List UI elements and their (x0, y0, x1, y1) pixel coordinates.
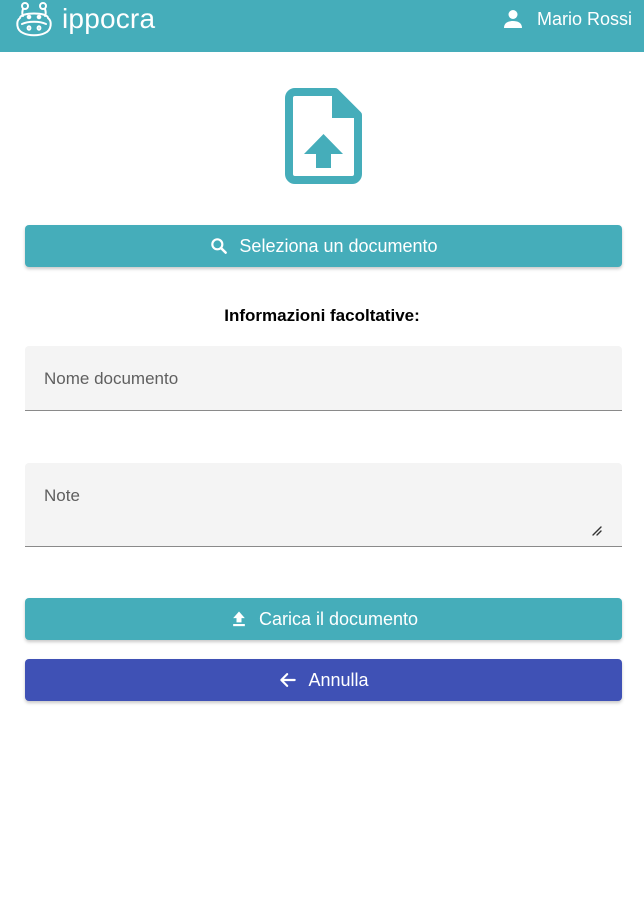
app-title[interactable]: ippocra (62, 3, 155, 35)
cancel-button[interactable]: Annulla (25, 659, 622, 701)
upload-icon (233, 611, 245, 627)
cancel-label: Annulla (308, 669, 369, 690)
hippo-logo-icon[interactable] (14, 0, 54, 38)
arrow-left-icon (280, 673, 297, 687)
user-menu[interactable]: Mario Rossi (501, 7, 632, 31)
notes-field (25, 463, 622, 547)
upload-document-label: Carica il documento (258, 608, 419, 629)
upload-document-button[interactable]: Carica il documento (25, 598, 622, 640)
search-icon (211, 238, 228, 254)
notes-textarea[interactable] (44, 486, 603, 536)
resize-handle-icon[interactable] (592, 526, 602, 536)
person-icon (503, 10, 522, 28)
select-document-button[interactable]: Seleziona un documento (25, 225, 622, 267)
optional-info-heading: Informazioni facoltative: (224, 306, 420, 325)
user-name: Mario Rossi (536, 8, 632, 29)
select-document-label: Seleziona un documento (239, 235, 438, 256)
file-upload-icon (285, 88, 362, 184)
document-name-input[interactable] (44, 368, 603, 390)
document-name-field (25, 346, 622, 411)
top-app-bar: ippocra Mario Rossi (0, 0, 644, 52)
